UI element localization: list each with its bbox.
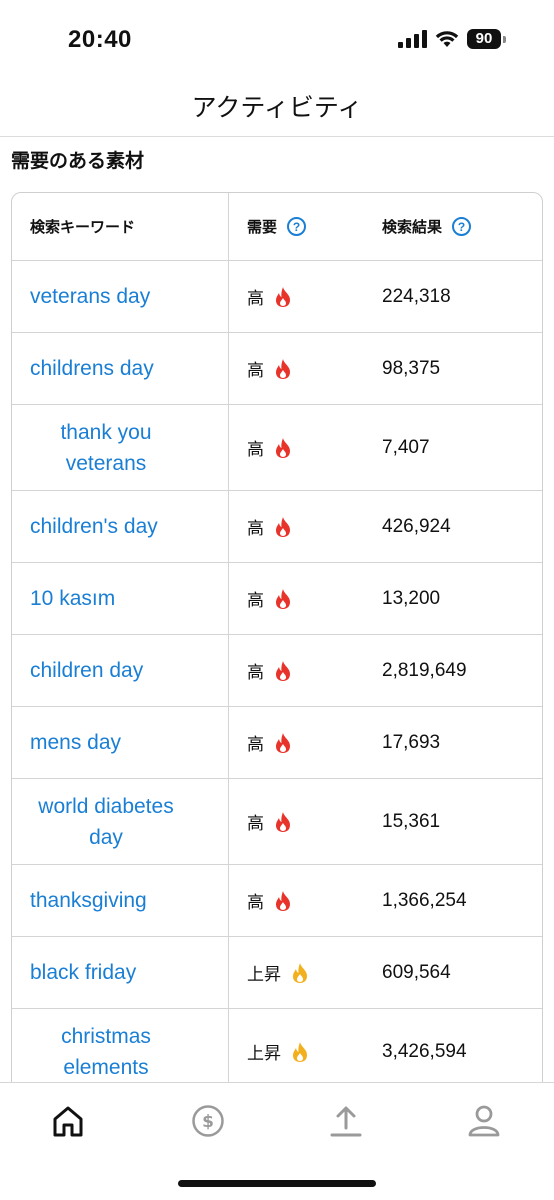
demand-label: 高 [247, 893, 264, 913]
header-results: 検索結果 [382, 218, 443, 236]
keyword-demand-table: 検索キーワード 需要 ? 検索結果 ? veterans day 高 224,318… [11, 192, 543, 1112]
results-help-icon[interactable]: ? [452, 217, 472, 236]
nav-divider [0, 136, 554, 137]
fire-high-icon [276, 516, 290, 537]
demand-label: 高 [247, 591, 264, 611]
keyword-link[interactable]: children's day [30, 511, 158, 542]
search-results-count: 98,375 [382, 357, 441, 379]
demand-label: 高 [247, 361, 264, 381]
demand-label: 高 [247, 663, 264, 683]
keyword-link[interactable]: thank you veterans [30, 417, 180, 479]
search-results-count: 15,361 [382, 810, 441, 832]
search-results-count: 426,924 [382, 515, 451, 537]
table-row: thanksgiving 高 1,366,254 [12, 865, 542, 937]
search-results-count: 1,366,254 [382, 889, 467, 911]
profile-icon [468, 1105, 500, 1137]
keyword-link[interactable]: christmas elements [30, 1021, 180, 1083]
upload-icon [330, 1106, 362, 1137]
table-row: world diabetes day 高 15,361 [12, 779, 542, 865]
tab-home[interactable] [48, 1101, 88, 1141]
search-results-count: 3,426,594 [382, 1040, 467, 1062]
search-results-count: 13,200 [382, 587, 441, 609]
status-icons: 90 [398, 29, 506, 49]
fire-high-icon [276, 811, 290, 832]
status-bar: 20:40 90 [0, 0, 554, 80]
header-demand: 需要 [247, 218, 278, 236]
demand-level: 高 [247, 356, 292, 381]
demand-level: 上昇 [247, 960, 309, 985]
keyword-link[interactable]: world diabetes day [30, 791, 180, 853]
wifi-icon [435, 31, 459, 47]
status-time: 20:40 [68, 26, 132, 53]
demand-level: 高 [247, 435, 292, 460]
svg-text:$: $ [202, 1112, 214, 1132]
fire-high-icon [276, 732, 290, 753]
demand-level: 高 [247, 888, 292, 913]
tab-earnings[interactable]: $ [188, 1101, 228, 1141]
fire-high-icon [276, 286, 290, 307]
demand-label: 高 [247, 519, 264, 539]
table-row: 10 kasım 高 13,200 [12, 563, 542, 635]
keyword-link[interactable]: veterans day [30, 281, 150, 312]
table-row: children's day 高 426,924 [12, 491, 542, 563]
search-results-count: 17,693 [382, 731, 441, 753]
battery-level: 90 [467, 29, 501, 49]
demand-help-icon[interactable]: ? [287, 217, 307, 236]
cellular-signal-icon [398, 30, 427, 48]
tab-profile[interactable] [464, 1101, 504, 1141]
dollar-icon: $ [192, 1105, 224, 1137]
demand-level: 高 [247, 284, 292, 309]
demand-label: 高 [247, 440, 264, 460]
fire-rising-icon [293, 1041, 307, 1062]
demand-level: 上昇 [247, 1039, 309, 1064]
home-indicator [178, 1180, 376, 1187]
table-row: children day 高 2,819,649 [12, 635, 542, 707]
demand-level: 高 [247, 809, 292, 834]
demand-label: 高 [247, 735, 264, 755]
demand-level: 高 [247, 586, 292, 611]
search-results-count: 224,318 [382, 285, 451, 307]
fire-high-icon [276, 588, 290, 609]
fire-high-icon [276, 358, 290, 379]
search-results-count: 2,819,649 [382, 659, 467, 681]
table-row: thank you veterans 高 7,407 [12, 405, 542, 491]
keyword-link[interactable]: children day [30, 655, 143, 686]
table-row: mens day 高 17,693 [12, 707, 542, 779]
section-title: 需要のある素材 [11, 150, 145, 172]
demand-label: 上昇 [247, 965, 281, 985]
table-row: veterans day 高 224,318 [12, 261, 542, 333]
keyword-link[interactable]: childrens day [30, 353, 154, 384]
search-results-count: 609,564 [382, 961, 451, 983]
keyword-link[interactable]: mens day [30, 727, 121, 758]
header-keyword: 検索キーワード [30, 218, 136, 236]
demand-label: 高 [247, 289, 264, 309]
demand-level: 高 [247, 514, 292, 539]
search-results-count: 7,407 [382, 436, 430, 458]
demand-label: 上昇 [247, 1044, 281, 1064]
table-header-row: 検索キーワード 需要 ? 検索結果 ? [12, 193, 542, 261]
table-body: veterans day 高 224,318 childrens day 高 98,375… [12, 261, 542, 1095]
battery-icon: 90 [467, 29, 506, 49]
page-title: アクティビティ [191, 93, 363, 122]
keyword-link[interactable]: thanksgiving [30, 885, 147, 916]
fire-rising-icon [293, 962, 307, 983]
home-icon [53, 1106, 83, 1137]
fire-high-icon [276, 660, 290, 681]
keyword-link[interactable]: black friday [30, 957, 136, 988]
tab-upload[interactable] [326, 1101, 366, 1141]
fire-high-icon [276, 890, 290, 911]
demand-level: 高 [247, 658, 292, 683]
fire-high-icon [276, 437, 290, 458]
table-row: childrens day 高 98,375 [12, 333, 542, 405]
table-row: black friday 上昇 609,564 [12, 937, 542, 1009]
demand-label: 高 [247, 814, 264, 834]
demand-level: 高 [247, 730, 292, 755]
keyword-link[interactable]: 10 kasım [30, 583, 115, 614]
